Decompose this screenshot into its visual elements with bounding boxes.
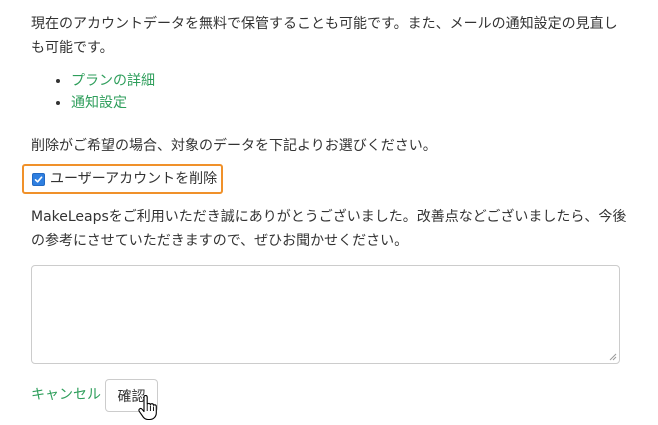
list-item: プランの詳細 [71, 70, 631, 92]
link-list: プランの詳細 通知設定 [31, 70, 631, 114]
delete-prompt: 削除がご希望の場合、対象のデータを下記よりお選びください。 [31, 138, 437, 154]
delete-user-account-label: ユーザーアカウントを削除 [50, 171, 218, 187]
delete-user-account-checkbox[interactable] [32, 172, 45, 186]
feedback-textarea[interactable] [31, 265, 620, 364]
cancel-link[interactable]: キャンセル [31, 384, 101, 406]
intro-text: 現在のアカウントデータを無料で保管することも可能です。また、メールの通知設定の見… [31, 16, 618, 56]
feedback-prompt: MakeLeapsをご利用いただき誠にありがとうございました。改善点などございま… [31, 209, 627, 249]
list-item: 通知設定 [71, 92, 631, 114]
resize-grip-icon[interactable] [609, 353, 617, 361]
plan-details-link[interactable]: プランの詳細 [71, 73, 155, 89]
checkmark-icon [34, 175, 43, 183]
notification-settings-link[interactable]: 通知設定 [71, 95, 127, 111]
hand-pointer-icon [138, 395, 157, 421]
delete-account-form: 現在のアカウントデータを無料で保管することも可能です。また、メールの通知設定の見… [22, 12, 631, 421]
delete-user-account-option[interactable]: ユーザーアカウントを削除 [32, 168, 217, 190]
